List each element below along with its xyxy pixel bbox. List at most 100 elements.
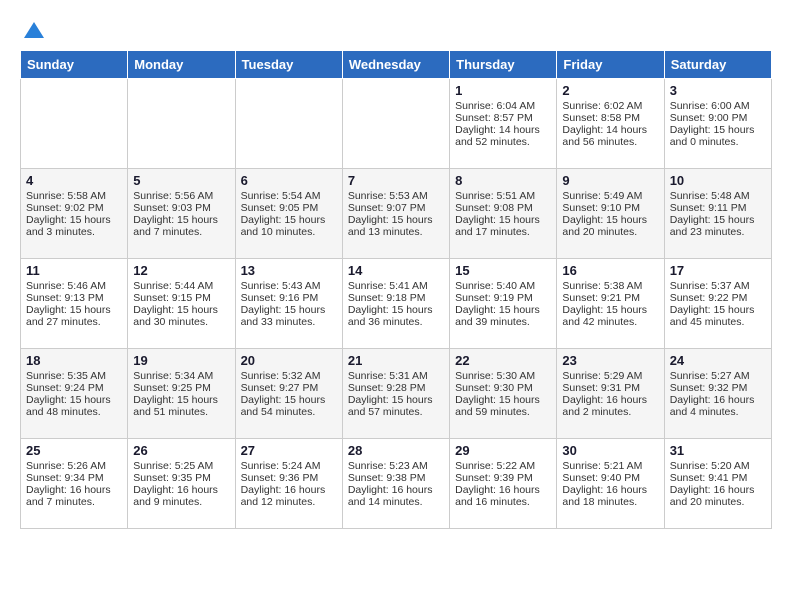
table-row: 26Sunrise: 5:25 AMSunset: 9:35 PMDayligh… [128, 439, 235, 529]
day-info: Daylight: 16 hours [455, 484, 551, 496]
day-info: and 42 minutes. [562, 316, 658, 328]
table-row: 3Sunrise: 6:00 AMSunset: 9:00 PMDaylight… [664, 79, 771, 169]
day-info: Sunrise: 5:58 AM [26, 190, 122, 202]
day-number: 12 [133, 263, 229, 278]
table-row: 7Sunrise: 5:53 AMSunset: 9:07 PMDaylight… [342, 169, 449, 259]
day-info: Daylight: 16 hours [348, 484, 444, 496]
day-info: Sunrise: 5:23 AM [348, 460, 444, 472]
day-info: and 30 minutes. [133, 316, 229, 328]
day-info: Sunrise: 5:38 AM [562, 280, 658, 292]
day-info: and 13 minutes. [348, 226, 444, 238]
day-info: Sunset: 9:41 PM [670, 472, 766, 484]
day-info: and 39 minutes. [455, 316, 551, 328]
day-info: Daylight: 15 hours [26, 214, 122, 226]
table-row [342, 79, 449, 169]
day-info: Daylight: 15 hours [562, 214, 658, 226]
day-info: Sunset: 9:24 PM [26, 382, 122, 394]
day-info: Daylight: 14 hours [562, 124, 658, 136]
day-info: Daylight: 15 hours [26, 394, 122, 406]
table-row [128, 79, 235, 169]
day-info: Sunrise: 5:56 AM [133, 190, 229, 202]
day-info: Sunset: 9:34 PM [26, 472, 122, 484]
day-info: Sunrise: 5:43 AM [241, 280, 337, 292]
day-number: 21 [348, 353, 444, 368]
page-header [20, 20, 772, 40]
day-info: and 27 minutes. [26, 316, 122, 328]
day-info: Sunrise: 5:51 AM [455, 190, 551, 202]
day-number: 17 [670, 263, 766, 278]
table-row [21, 79, 128, 169]
table-row: 24Sunrise: 5:27 AMSunset: 9:32 PMDayligh… [664, 349, 771, 439]
day-number: 23 [562, 353, 658, 368]
day-number: 11 [26, 263, 122, 278]
day-info: and 20 minutes. [562, 226, 658, 238]
day-number: 1 [455, 83, 551, 98]
day-info: and 4 minutes. [670, 406, 766, 418]
table-row: 14Sunrise: 5:41 AMSunset: 9:18 PMDayligh… [342, 259, 449, 349]
day-number: 24 [670, 353, 766, 368]
day-info: Sunset: 9:38 PM [348, 472, 444, 484]
day-info: Sunrise: 6:02 AM [562, 100, 658, 112]
table-row: 30Sunrise: 5:21 AMSunset: 9:40 PMDayligh… [557, 439, 664, 529]
table-row: 20Sunrise: 5:32 AMSunset: 9:27 PMDayligh… [235, 349, 342, 439]
day-info: Sunset: 8:57 PM [455, 112, 551, 124]
day-info: Daylight: 16 hours [562, 394, 658, 406]
day-info: Sunset: 9:27 PM [241, 382, 337, 394]
day-info: Sunset: 9:00 PM [670, 112, 766, 124]
day-number: 20 [241, 353, 337, 368]
day-info: Sunrise: 5:53 AM [348, 190, 444, 202]
day-info: and 3 minutes. [26, 226, 122, 238]
day-info: Sunrise: 5:29 AM [562, 370, 658, 382]
day-info: Sunset: 9:02 PM [26, 202, 122, 214]
table-row: 5Sunrise: 5:56 AMSunset: 9:03 PMDaylight… [128, 169, 235, 259]
day-info: and 18 minutes. [562, 496, 658, 508]
day-info: Sunrise: 5:34 AM [133, 370, 229, 382]
day-info: Sunset: 9:25 PM [133, 382, 229, 394]
day-number: 22 [455, 353, 551, 368]
day-info: Daylight: 16 hours [562, 484, 658, 496]
day-number: 4 [26, 173, 122, 188]
day-info: and 16 minutes. [455, 496, 551, 508]
day-info: and 0 minutes. [670, 136, 766, 148]
day-info: Sunset: 9:39 PM [455, 472, 551, 484]
day-number: 8 [455, 173, 551, 188]
day-info: Sunrise: 5:26 AM [26, 460, 122, 472]
day-info: Daylight: 15 hours [241, 304, 337, 316]
header-wednesday: Wednesday [342, 51, 449, 79]
day-number: 27 [241, 443, 337, 458]
day-info: Daylight: 16 hours [241, 484, 337, 496]
day-number: 14 [348, 263, 444, 278]
header-saturday: Saturday [664, 51, 771, 79]
day-number: 9 [562, 173, 658, 188]
day-info: Sunrise: 6:00 AM [670, 100, 766, 112]
day-info: and 7 minutes. [26, 496, 122, 508]
day-info: Sunrise: 5:20 AM [670, 460, 766, 472]
header-friday: Friday [557, 51, 664, 79]
day-info: and 54 minutes. [241, 406, 337, 418]
day-info: Sunrise: 6:04 AM [455, 100, 551, 112]
day-info: Daylight: 15 hours [455, 304, 551, 316]
day-info: and 56 minutes. [562, 136, 658, 148]
day-info: Daylight: 16 hours [670, 394, 766, 406]
logo [20, 20, 46, 40]
table-row [235, 79, 342, 169]
day-number: 5 [133, 173, 229, 188]
day-info: Daylight: 15 hours [670, 304, 766, 316]
day-info: Daylight: 15 hours [133, 214, 229, 226]
day-info: Daylight: 15 hours [241, 214, 337, 226]
day-info: Sunset: 9:07 PM [348, 202, 444, 214]
table-row: 29Sunrise: 5:22 AMSunset: 9:39 PMDayligh… [450, 439, 557, 529]
header-thursday: Thursday [450, 51, 557, 79]
day-info: Daylight: 15 hours [348, 214, 444, 226]
calendar-week-5: 25Sunrise: 5:26 AMSunset: 9:34 PMDayligh… [21, 439, 772, 529]
day-info: Sunset: 9:22 PM [670, 292, 766, 304]
day-info: Sunrise: 5:22 AM [455, 460, 551, 472]
calendar: SundayMondayTuesdayWednesdayThursdayFrid… [20, 50, 772, 529]
day-info: Daylight: 15 hours [348, 304, 444, 316]
day-info: Sunset: 9:15 PM [133, 292, 229, 304]
day-info: Sunrise: 5:54 AM [241, 190, 337, 202]
table-row: 4 Sunrise: 5:58 AMSunset: 9:02 PMDaylight… [21, 169, 128, 259]
day-number: 6 [241, 173, 337, 188]
day-info: and 20 minutes. [670, 496, 766, 508]
table-row: 17Sunrise: 5:37 AMSunset: 9:22 PMDayligh… [664, 259, 771, 349]
